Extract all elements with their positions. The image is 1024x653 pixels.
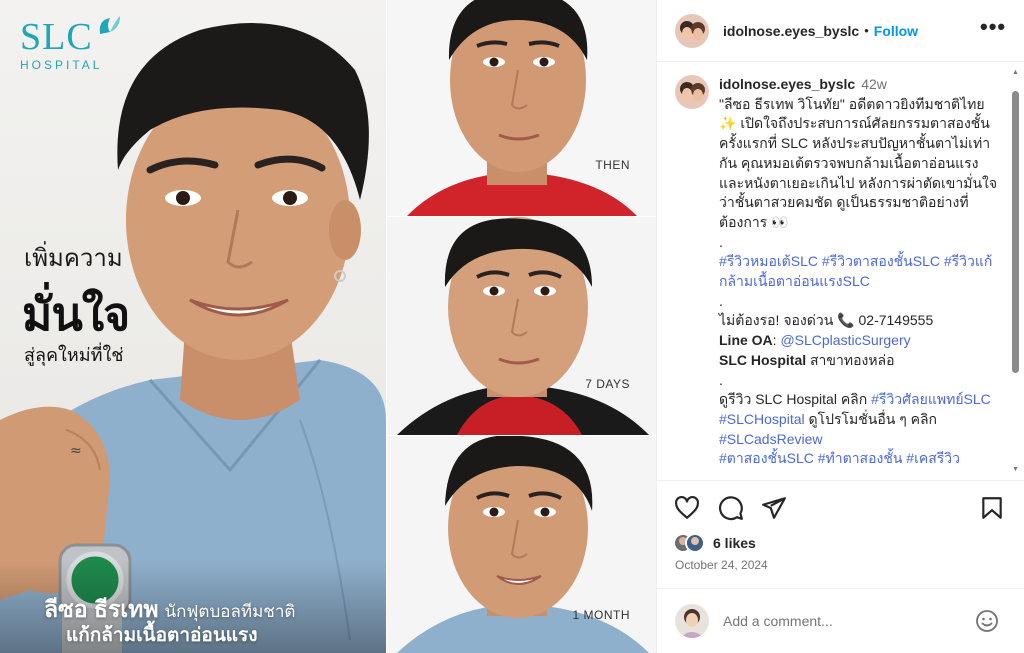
post-sidebar: idolnose.eyes_byslc • Follow ••• idolnos… [656,0,1024,653]
follow-button[interactable]: Follow [874,23,918,39]
caption-avatar[interactable] [675,75,709,109]
hashtag-link[interactable]: #รีวิวศัลยแพทย์SLC [871,391,991,407]
slc-hospital-logo: SLC HOSPITAL [20,16,130,72]
likes-row[interactable]: 6 likes [673,531,756,555]
face-photo-7days [397,217,649,435]
current-user-avatar [675,604,709,638]
scroll-down-arrow-icon[interactable]: ▼ [1011,465,1020,474]
liker-avatar [685,533,705,553]
caption-time[interactable]: 42w [861,76,887,92]
caption-paragraph: "ลีซอ ธีรเทพ วิโนทัย" อดีตดาวยิงทีมชาติไ… [719,95,998,230]
model-role: นักฟุตบอลทีมชาติ [164,602,296,621]
line-oa-label: Line OA [719,332,773,349]
hashtag-link[interactable]: #SLCadsReview [719,431,823,447]
promo-text: ดูโปรโมชั่นอื่น ๆ คลิก [804,410,938,427]
author-username[interactable]: idolnose.eyes_byslc [723,23,859,39]
after-1month-panel: 1 MONTH [387,436,656,653]
header-separator: • [864,23,869,38]
share-icon[interactable] [761,495,787,521]
comment-input[interactable] [723,613,963,629]
avatar-image [675,13,709,48]
scrollbar-thumb[interactable] [1012,91,1019,373]
caption-username[interactable]: idolnose.eyes_byslc [719,76,855,92]
caption-comment: idolnose.eyes_byslc 42w "ลีซอ ธีรเทพ วิโน… [675,75,1001,469]
caption-dot: . [719,233,723,250]
face-photo-then [407,0,637,216]
model-treatment: แก้กล้ามเนื้อตาอ่อนแรง [66,625,258,646]
branch-location: สาขาทองหล่อ [806,351,895,368]
caption-dot: . [719,292,723,309]
panel-label-7days: 7 DAYS [585,377,630,391]
author-avatar[interactable] [675,13,709,48]
comments-area[interactable]: idolnose.eyes_byslc 42w "ลีซอ ธีรเทพ วิโน… [657,63,1024,479]
scroll-up-arrow-icon[interactable]: ▲ [1011,68,1020,77]
post-media[interactable]: ≈ SLC HOSPITAL เพิ่มความ มั่นใจ สู่ลุคให… [0,0,656,653]
hashtag-link[interactable]: #รีวิวตาสองชั้นSLC [822,253,940,269]
heart-icon[interactable] [674,495,700,521]
post-actions: 6 likes October 24, 2024 [657,480,1024,578]
add-comment-bar [657,588,1024,653]
more-options-icon[interactable]: ••• [980,16,1005,40]
scrollbar-track[interactable] [1011,77,1020,465]
review-text: ดูรีวิว SLC Hospital คลิก [719,391,872,408]
panel-label-1month: 1 MONTH [572,608,630,622]
post-header: idolnose.eyes_byslc • Follow ••• [657,0,1024,62]
svg-text:≈: ≈ [70,443,82,459]
comments-scrollbar[interactable]: ▲ ▼ [1011,68,1020,474]
branch-name: SLC Hospital [719,351,807,368]
before-panel: THEN [387,0,656,216]
hashtag-link[interactable]: #SLCHospital [719,411,805,427]
panel-label-then: THEN [595,158,630,172]
hashtag-link[interactable]: #ตาสองชั้นSLC #ทำตาสองชั้น #เคสรีวิว [719,450,960,466]
post-date[interactable]: October 24, 2024 [675,558,768,572]
emoji-icon[interactable] [975,609,999,633]
logo-subtext: HOSPITAL [20,58,103,72]
caption-dot: . [719,371,723,388]
caption-text: idolnose.eyes_byslc 42w "ลีซอ ธีรเทพ วิโน… [719,75,1001,469]
line-handle-link[interactable]: @SLCplasticSurgery [780,332,910,348]
comment-icon[interactable] [718,495,744,521]
tagline-small: เพิ่มความ [24,245,123,272]
hashtag-link[interactable]: #รีวิวหมอเต้SLC [719,253,818,269]
butterfly-logo-icon [99,16,120,34]
tagline-sub: สู่ลุคใหม่ที่ใช่ [24,345,124,365]
likes-count[interactable]: 6 likes [713,535,756,551]
save-bookmark-icon[interactable] [979,495,1005,521]
booking-text: ไม่ต้องรอ! จองด่วน 📞 02-7149555 [719,312,934,329]
hero-image: ≈ SLC HOSPITAL เพิ่มความ มั่นใจ สู่ลุคให… [0,0,386,653]
after-7days-panel: 7 DAYS [387,217,656,435]
avatar-image [675,75,709,109]
model-name-text: ลีซอ ธีรเทพ [44,596,159,622]
avatar-image [675,604,709,638]
